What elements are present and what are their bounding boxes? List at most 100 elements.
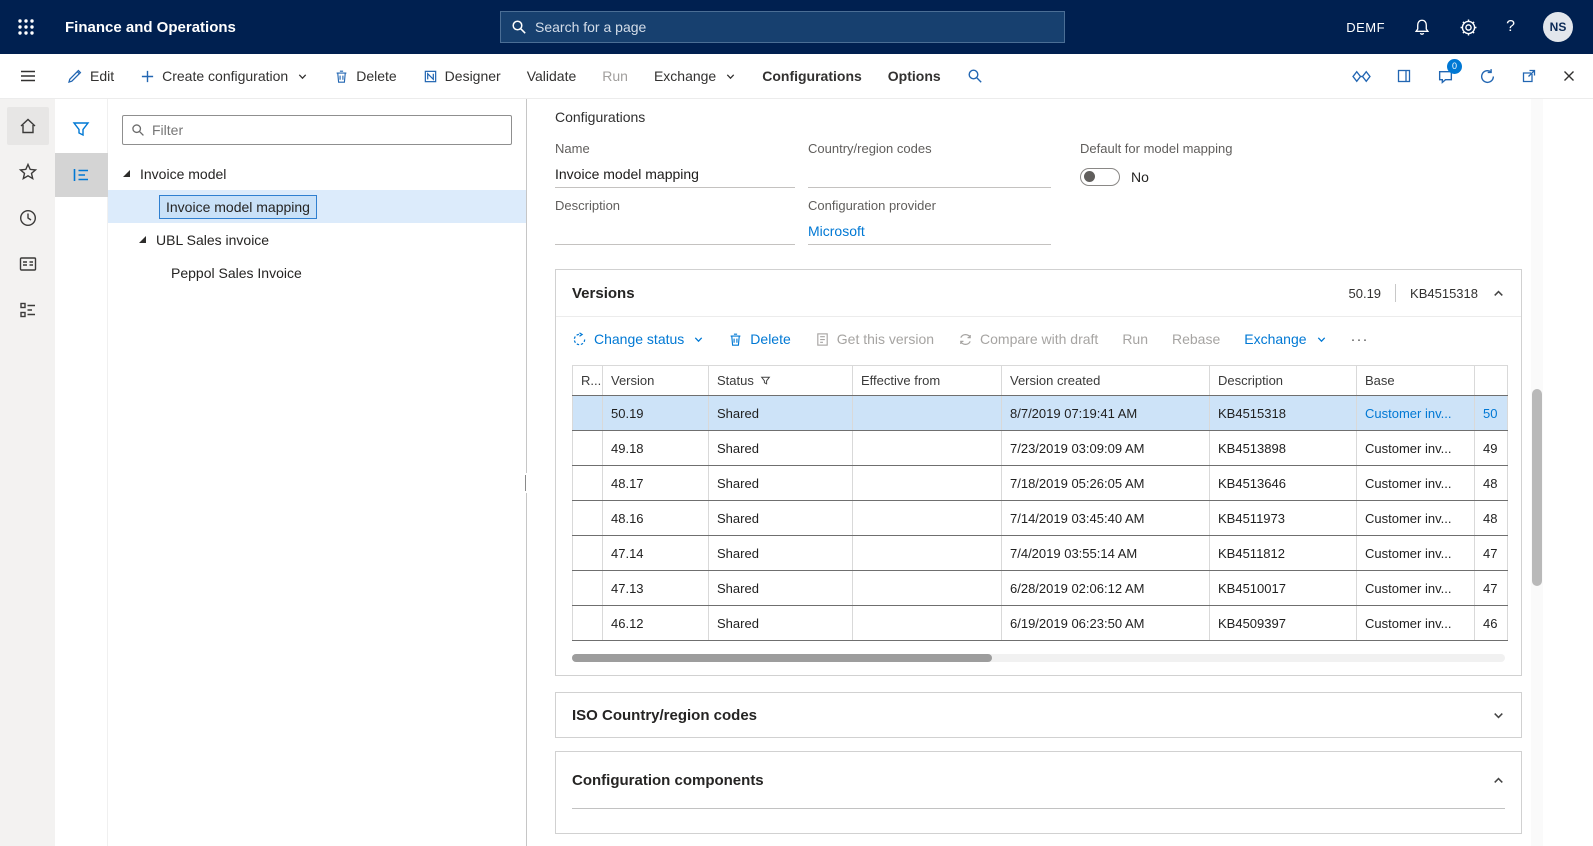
current-version-badge: 50.19 <box>1348 285 1382 301</box>
close-icon[interactable] <box>1562 69 1576 83</box>
tree-expanded-icon[interactable] <box>123 170 130 177</box>
validate-button[interactable]: Validate <box>527 68 577 84</box>
col-base[interactable]: Base <box>1356 365 1475 396</box>
cell-row-selector[interactable] <box>572 500 603 536</box>
cell-base-link[interactable]: Customer inv... <box>1356 430 1475 466</box>
cell-base-version[interactable]: 50 <box>1474 395 1508 431</box>
table-row[interactable]: 47.13 Shared 6/28/2019 02:06:12 AM KB451… <box>572 570 1508 606</box>
cell-base-version: 47 <box>1474 535 1508 571</box>
refresh-icon[interactable] <box>1479 68 1496 85</box>
delete-button[interactable]: Delete <box>334 68 397 84</box>
cell-row-selector[interactable] <box>572 535 603 571</box>
country-region-codes-field[interactable] <box>808 161 1051 188</box>
tab-configurations[interactable]: Configurations <box>762 68 862 84</box>
table-row[interactable]: 47.14 Shared 7/4/2019 03:55:14 AM KB4511… <box>572 535 1508 571</box>
global-search-input[interactable] <box>535 19 1054 35</box>
search-icon <box>967 68 983 84</box>
vertical-scrollbar-thumb[interactable] <box>1532 389 1542 586</box>
expand-section-button[interactable] <box>1492 709 1505 722</box>
tree-item-invoice-model[interactable]: Invoice model <box>108 157 526 190</box>
name-field[interactable]: Invoice model mapping <box>555 161 795 188</box>
col-status[interactable]: Status <box>708 365 853 396</box>
nav-workspaces-button[interactable] <box>7 245 49 283</box>
toggle-state-label: No <box>1131 169 1149 185</box>
table-row[interactable]: 49.18 Shared 7/23/2019 03:09:09 AM KB451… <box>572 430 1508 466</box>
chevron-down-icon <box>1316 334 1327 345</box>
nav-recent-button[interactable] <box>7 199 49 237</box>
notifications-bell-icon[interactable] <box>1413 18 1431 36</box>
tree-filter-input[interactable] <box>152 122 503 138</box>
cell-description: KB4515318 <box>1209 395 1357 431</box>
cell-base-link[interactable]: Customer inv... <box>1356 605 1475 641</box>
tree-item-invoice-model-mapping[interactable]: Invoice model mapping <box>108 190 526 223</box>
col-version-created[interactable]: Version created <box>1001 365 1210 396</box>
cell-base-link[interactable]: Customer inv... <box>1356 500 1475 536</box>
search-icon <box>131 123 145 137</box>
cell-base-link[interactable]: Customer inv... <box>1356 570 1475 606</box>
edit-button[interactable]: Edit <box>67 68 114 84</box>
global-search[interactable] <box>500 11 1065 43</box>
side-pane-icon[interactable] <box>1396 68 1412 84</box>
tree-item-ubl-sales-invoice[interactable]: UBL Sales invoice <box>108 223 526 256</box>
settings-gear-icon[interactable] <box>1459 18 1478 37</box>
default-for-model-mapping-toggle[interactable] <box>1080 168 1120 186</box>
cell-row-selector[interactable] <box>572 570 603 606</box>
cell-base-link[interactable]: Customer inv... <box>1356 465 1475 501</box>
col-description[interactable]: Description <box>1209 365 1357 396</box>
description-field[interactable] <box>555 218 795 245</box>
exchange-label: Exchange <box>653 68 717 84</box>
change-status-button[interactable]: Change status <box>572 331 704 347</box>
tree-expanded-icon[interactable] <box>139 236 146 243</box>
nav-modules-button[interactable] <box>7 291 49 329</box>
iso-country-region-codes-section[interactable]: ISO Country/region codes <box>555 692 1522 738</box>
exchange-menu-button[interactable]: Exchange <box>654 68 736 84</box>
table-row[interactable]: 48.16 Shared 7/14/2019 03:45:40 AM KB451… <box>572 500 1508 536</box>
col-effective-from[interactable]: Effective from <box>852 365 1002 396</box>
user-avatar[interactable]: NS <box>1543 12 1573 42</box>
action-search-button[interactable] <box>967 68 983 84</box>
cell-description: KB4513898 <box>1209 430 1357 466</box>
configuration-provider-link[interactable]: Microsoft <box>808 223 865 239</box>
help-icon[interactable]: ? <box>1506 18 1515 36</box>
nav-favorites-button[interactable] <box>7 153 49 191</box>
exchange-version-button[interactable]: Exchange <box>1244 331 1326 347</box>
configuration-components-section: Configuration components <box>555 751 1522 834</box>
cell-row-selector[interactable] <box>572 430 603 466</box>
col-version[interactable]: Version <box>602 365 709 396</box>
company-picker[interactable]: DEMF <box>1346 20 1385 35</box>
delete-version-button[interactable]: Delete <box>728 331 791 347</box>
tree-pane-toggle[interactable] <box>54 153 108 197</box>
tree-filter-field[interactable] <box>122 115 512 145</box>
tab-configurations-label: Configurations <box>762 68 862 84</box>
collapse-section-button[interactable] <box>1492 774 1505 787</box>
filter-pane-button[interactable] <box>71 109 91 149</box>
cell-row-selector[interactable] <box>572 395 603 431</box>
cell-effective-from <box>852 430 1002 466</box>
col-base-version[interactable] <box>1474 365 1508 396</box>
more-commands-button[interactable]: ··· <box>1351 331 1369 348</box>
column-filter-funnel-icon[interactable] <box>760 375 771 386</box>
cell-row-selector[interactable] <box>572 465 603 501</box>
messages-icon[interactable]: 0 <box>1437 58 1462 85</box>
app-launcher-button[interactable] <box>0 0 52 54</box>
table-row[interactable]: 46.12 Shared 6/19/2019 06:23:50 AM KB450… <box>572 605 1508 641</box>
tab-options[interactable]: Options <box>888 68 941 84</box>
open-in-new-window-icon[interactable] <box>1521 68 1537 84</box>
designer-button[interactable]: Designer <box>423 68 501 84</box>
cell-base-link[interactable]: Customer inv... <box>1356 395 1475 431</box>
table-row[interactable]: 48.17 Shared 7/18/2019 05:26:05 AM KB451… <box>572 465 1508 501</box>
cell-base-link[interactable]: Customer inv... <box>1356 535 1475 571</box>
horizontal-scrollbar-thumb[interactable] <box>572 654 992 662</box>
create-configuration-button[interactable]: Create configuration <box>140 68 308 84</box>
cell-row-selector[interactable] <box>572 605 603 641</box>
nav-home-button[interactable] <box>6 107 49 145</box>
table-row[interactable]: 50.19 Shared 8/7/2019 07:19:41 AM KB4515… <box>572 395 1508 431</box>
hamburger-menu-button[interactable] <box>0 67 55 85</box>
advisor-icon[interactable] <box>1352 69 1371 84</box>
tree-item-peppol-sales-invoice[interactable]: Peppol Sales Invoice <box>108 256 526 289</box>
collapse-section-button[interactable] <box>1492 287 1505 300</box>
waffle-icon <box>17 18 35 36</box>
versions-toolbar: Change status Delete Get this version Co… <box>556 317 1521 361</box>
col-row-selector[interactable]: R... <box>572 365 603 396</box>
cell-version-created: 7/18/2019 05:26:05 AM <box>1001 465 1210 501</box>
